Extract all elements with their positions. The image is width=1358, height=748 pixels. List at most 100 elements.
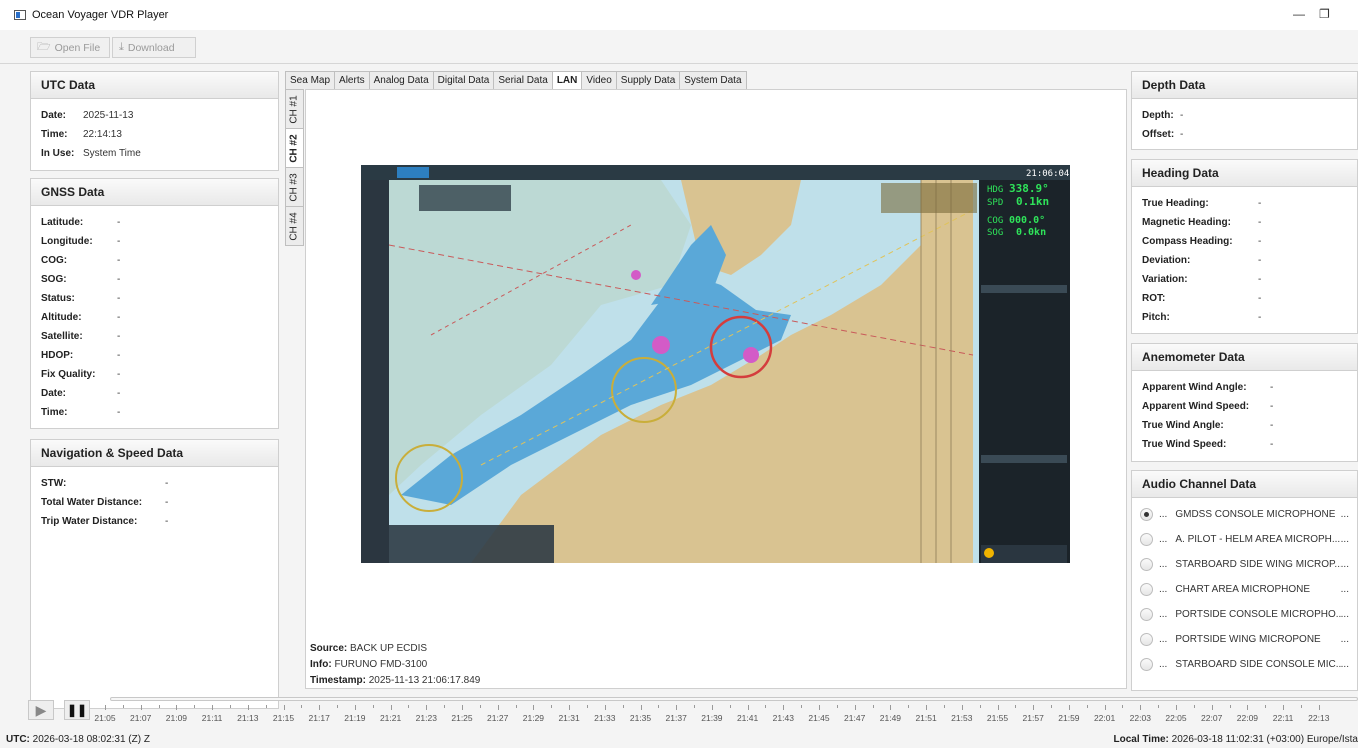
audio-channel-item[interactable]: ... STARBOARD SIDE CONSOLE MIC...... (1140, 652, 1349, 677)
timeline-label: 22:09 (1236, 713, 1259, 723)
timeline-tick (462, 705, 463, 710)
timeline-label: 22:13 (1308, 713, 1330, 723)
ecdis-chart-image: HDG 338.9° SPD 0.1kn COG 000.0° SOG 0.0k… (361, 165, 1070, 563)
field-value: - (1258, 255, 1262, 266)
data-row: Deviation: - (1142, 251, 1347, 270)
open-file-button[interactable]: 🗁 Open File (30, 37, 110, 58)
nav-speed-rows: STW: - Total Water Distance: - Trip Water Di… (31, 467, 278, 538)
local-time-label: Local Time: (1113, 734, 1169, 745)
tab-supply-data[interactable]: Supply Data (615, 71, 681, 89)
timeline-minor-tick (122, 705, 124, 708)
data-row: Magnetic Heading: - (1142, 213, 1347, 232)
data-row: Offset: - (1142, 125, 1347, 144)
audio-channel-panel: Audio Channel Data ... GMDSS CONSOLE MICR… (1131, 470, 1358, 691)
timeline-minor-tick (479, 705, 481, 708)
timeline-tick (926, 705, 928, 710)
field-label: Depth: (1142, 110, 1174, 121)
maximize-button[interactable]: ❐ (1319, 7, 1330, 21)
audio-channel-item[interactable]: ... PORTSIDE CONSOLE MICROPHO...... (1140, 602, 1349, 627)
field-value: - (1270, 401, 1274, 412)
field-label: Apparent Wind Angle: (1142, 382, 1247, 393)
data-row: True Wind Speed: - (1142, 435, 1347, 454)
ellipsis-label: ... (1159, 609, 1168, 620)
tab-serial-data[interactable]: Serial Data (493, 71, 553, 89)
tab-lan[interactable]: LAN (551, 71, 583, 89)
channel-tab-1[interactable]: CH #1 (285, 89, 304, 129)
tab-video[interactable]: Video (581, 71, 617, 89)
timestamp-value: 2025-11-13 21:06:17.849 (368, 674, 481, 686)
timeline-track[interactable] (110, 697, 1358, 701)
radio-button[interactable] (1140, 533, 1153, 546)
radio-button[interactable] (1140, 608, 1153, 621)
data-row: Fix Quality: - (41, 365, 268, 384)
utc-status-label: UTC: (6, 734, 30, 745)
tab-digital-data[interactable]: Digital Data (432, 71, 495, 89)
field-label: Altitude: (41, 312, 82, 323)
depth-data-rows: Depth: - Offset: - (1132, 99, 1357, 151)
timeline-tick (176, 705, 178, 710)
play-button[interactable]: ▶ (28, 700, 54, 720)
data-row: Status: - (41, 289, 268, 308)
timeline-tick (283, 705, 285, 710)
radio-button[interactable] (1140, 583, 1153, 596)
timeline-minor-tick (337, 705, 339, 708)
data-row: SOG: - (41, 270, 268, 289)
data-row: STW: - (41, 474, 268, 493)
audio-channel-item[interactable]: ... PORTSIDE WING MICROPONE... (1140, 627, 1349, 652)
anemometer-data-title: Anemometer Data (1132, 344, 1357, 371)
radio-button[interactable] (1140, 558, 1153, 571)
download-button[interactable]: ⤓ Download (112, 37, 196, 58)
svg-text:338.9°: 338.9° (1009, 182, 1049, 195)
data-row: Satellite: - (41, 327, 268, 346)
channel-tab-label: CH #4 (289, 211, 301, 241)
tab-alerts[interactable]: Alerts (334, 71, 370, 89)
timeline-minor-tick (1265, 705, 1267, 708)
ecdis-screen-video: HDG 338.9° SPD 0.1kn COG 000.0° SOG 0.0k… (361, 165, 1070, 563)
timeline-tick (711, 705, 713, 710)
heading-data-panel: Heading Data True Heading: - Magnetic Head… (1131, 159, 1358, 334)
channel-tab-3[interactable]: CH #3 (285, 167, 304, 207)
field-value: - (1258, 312, 1262, 323)
tab-sea-map[interactable]: Sea Map (285, 71, 336, 89)
timeline-label: 21:55 (986, 713, 1009, 723)
audio-trailing-ellipsis: ... (1340, 509, 1349, 520)
timeline-label: 21:19 (344, 713, 366, 723)
timeline-minor-tick (551, 705, 553, 708)
timeline-slider[interactable]: 21:05 21:07 21:09 21:11 21:13 21:15 21:17 21:19… (94, 694, 1358, 724)
audio-channel-item[interactable]: ... GMDSS CONSOLE MICROPHONE... (1140, 502, 1349, 527)
data-row: Apparent Wind Speed: - (1142, 397, 1347, 416)
pause-button[interactable]: ❚❚ (64, 700, 90, 720)
channel-tab-2[interactable]: CH #2 (285, 128, 304, 168)
utc-status-value: 2026-03-18 08:02:31 (Z) Z (32, 734, 150, 745)
ellipsis-label: ... (1159, 584, 1168, 595)
timeline-tick (676, 705, 678, 710)
timeline-minor-tick (729, 705, 731, 708)
timeline-label: 21:45 (808, 713, 830, 723)
timeline-label: 21:37 (665, 713, 687, 723)
timeline-tick (212, 705, 214, 710)
channel-tab-label: CH #1 (289, 94, 301, 124)
field-value: 2025-11-13 (83, 110, 134, 121)
window-title: Ocean Voyager VDR Player (32, 9, 169, 21)
data-row: Time: - (41, 403, 268, 422)
audio-channel-item[interactable]: ... STARBOARD SIDE WING MICROP...... (1140, 552, 1349, 577)
radio-button[interactable] (1140, 658, 1153, 671)
timeline-tick (247, 705, 249, 710)
timeline-tick (890, 705, 892, 710)
field-label: Magnetic Heading: (1142, 217, 1231, 228)
audio-channel-item[interactable]: ... CHART AREA MICROPHONE... (1140, 577, 1349, 602)
timeline-tick (819, 705, 820, 710)
radio-button[interactable] (1140, 633, 1153, 646)
field-label: Total Water Distance: (41, 497, 143, 508)
source-info: Source: BACK UP ECDIS Info: FURUNO FMD-3… (310, 640, 480, 688)
radio-button[interactable] (1140, 508, 1153, 521)
tab-analog-data[interactable]: Analog Data (368, 71, 434, 89)
depth-data-title: Depth Data (1132, 72, 1357, 99)
channel-tab-4[interactable]: CH #4 (285, 206, 304, 246)
timeline-minor-tick (1300, 705, 1302, 708)
tab-system-data[interactable]: System Data (679, 71, 747, 89)
audio-channel-item[interactable]: ... A. PILOT - HELM AREA MICROPH...... (1140, 527, 1349, 552)
data-row: In Use: System Time (41, 144, 268, 163)
minimize-button[interactable]: — (1293, 7, 1305, 21)
field-label: Latitude: (41, 217, 84, 228)
